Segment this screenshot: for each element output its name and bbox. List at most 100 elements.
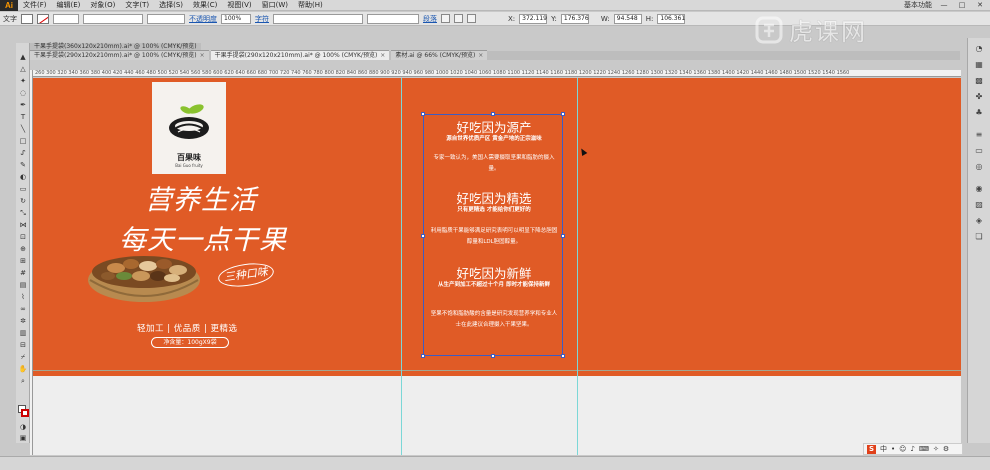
selection-handle[interactable] xyxy=(421,234,425,238)
color-panel-icon[interactable]: ◔ xyxy=(973,44,985,54)
stroke-swatch[interactable] xyxy=(37,13,49,24)
transparency-panel-icon[interactable]: ◎ xyxy=(973,162,985,172)
font-family-select[interactable] xyxy=(273,13,363,24)
align-left-icon[interactable] xyxy=(441,14,450,23)
perspective-grid-tool-icon[interactable]: ⊞ xyxy=(18,257,28,266)
horizontal-ruler[interactable]: 260 300 320 340 360 380 400 420 440 460 … xyxy=(33,70,961,77)
blob-brush-tool-icon[interactable]: ◐ xyxy=(18,173,28,182)
opacity-label[interactable]: 不透明度 xyxy=(189,14,217,24)
paragraph-link[interactable]: 段落 xyxy=(423,14,437,24)
blend-tool-icon[interactable]: ∞ xyxy=(18,305,28,314)
graphic-styles-icon[interactable]: ▨ xyxy=(973,200,985,210)
settings-icon[interactable]: ⚙ xyxy=(943,445,949,453)
artboard[interactable]: 百果味 Bai Guo fruity 营养生活 每天一点干果 三种口味 轻加工 … xyxy=(33,78,961,376)
guide-line[interactable] xyxy=(401,78,402,455)
swatches-panel-icon[interactable]: ▩ xyxy=(973,76,985,86)
gradient-panel-icon[interactable]: ▭ xyxy=(973,146,985,156)
menu-edit[interactable]: 编辑(E) xyxy=(52,0,86,11)
layers-panel-icon[interactable]: ◈ xyxy=(973,216,985,226)
skin-icon[interactable]: ✧ xyxy=(933,445,939,453)
selection-handle[interactable] xyxy=(421,354,425,358)
gradient-tool-icon[interactable]: ▤ xyxy=(18,281,28,290)
menu-select[interactable]: 选择(S) xyxy=(154,0,188,11)
punctuation-icon[interactable]: • xyxy=(891,445,895,453)
column-graph-tool-icon[interactable]: ▥ xyxy=(18,329,28,338)
align-center-icon[interactable] xyxy=(454,14,463,23)
screen-mode-icon[interactable]: ▣ xyxy=(18,434,28,443)
free-transform-tool-icon[interactable]: ⊡ xyxy=(18,233,28,242)
drawing-mode-icon[interactable]: ◑ xyxy=(18,423,28,432)
document-tab[interactable]: 素材.ai @ 66% (CMYK/预览) × xyxy=(391,50,488,60)
selection-tool-icon[interactable]: ▲ xyxy=(18,53,28,62)
minimize-button[interactable]: — xyxy=(938,1,950,10)
microphone-icon[interactable]: ♪ xyxy=(910,445,914,453)
symbol-sprayer-tool-icon[interactable]: ✲ xyxy=(18,317,28,326)
close-icon[interactable]: × xyxy=(478,52,483,59)
zoom-tool-icon[interactable]: ⌕ xyxy=(18,377,28,386)
y-position-input[interactable]: 176.376 xyxy=(560,13,589,24)
guide-line[interactable] xyxy=(33,370,961,371)
close-button[interactable]: ✕ xyxy=(974,1,986,10)
magic-wand-tool-icon[interactable]: ✦ xyxy=(18,77,28,86)
slice-tool-icon[interactable]: ⌿ xyxy=(18,353,28,362)
font-size-select[interactable] xyxy=(367,13,419,24)
stroke-weight-select[interactable] xyxy=(53,13,79,24)
color-guide-icon[interactable]: ▦ xyxy=(973,60,985,70)
direct-selection-tool-icon[interactable]: △ xyxy=(18,65,28,74)
brushes-panel-icon[interactable]: ✤ xyxy=(973,92,985,102)
menu-help[interactable]: 帮助(H) xyxy=(293,0,328,11)
menu-view[interactable]: 视图(V) xyxy=(222,0,256,11)
menu-effect[interactable]: 效果(C) xyxy=(188,0,222,11)
character-link[interactable]: 字符 xyxy=(255,14,269,24)
keyboard-icon[interactable]: ⌨ xyxy=(919,445,929,453)
height-input[interactable]: 106.361 xyxy=(657,13,686,24)
scale-tool-icon[interactable]: ⤡ xyxy=(18,209,28,218)
document-canvas[interactable]: 百果味 Bai Guo fruity 营养生活 每天一点干果 三种口味 轻加工 … xyxy=(33,78,961,455)
menu-window[interactable]: 窗口(W) xyxy=(257,0,293,11)
shape-builder-tool-icon[interactable]: ⊕ xyxy=(18,245,28,254)
rectangle-tool-icon[interactable]: □ xyxy=(18,137,28,146)
close-icon[interactable]: × xyxy=(380,52,385,59)
line-tool-icon[interactable]: ╲ xyxy=(18,125,28,134)
selection-handle[interactable] xyxy=(421,112,425,116)
emoji-icon[interactable]: ☺ xyxy=(899,445,906,453)
stroke-color-icon[interactable] xyxy=(21,409,29,417)
mesh-tool-icon[interactable]: # xyxy=(18,269,28,278)
selection-handle[interactable] xyxy=(491,354,495,358)
width-input[interactable]: 94.548 xyxy=(613,13,642,24)
hand-tool-icon[interactable]: ✋ xyxy=(18,365,28,374)
type-tool-icon[interactable]: T xyxy=(18,113,28,122)
appearance-panel-icon[interactable]: ◉ xyxy=(973,184,985,194)
lasso-tool-icon[interactable]: ◌ xyxy=(18,89,28,98)
selection-handle[interactable] xyxy=(561,354,565,358)
paintbrush-tool-icon[interactable]: ᔑ xyxy=(18,149,28,158)
guide-line[interactable] xyxy=(577,78,578,455)
rotate-tool-icon[interactable]: ↻ xyxy=(18,197,28,206)
document-tab-active[interactable]: 干果手提袋(290x120x210mm).ai* @ 100% (CMYK/预览… xyxy=(210,50,390,60)
input-mode-label[interactable]: 中 xyxy=(880,444,887,454)
eyedropper-tool-icon[interactable]: ⌇ xyxy=(18,293,28,302)
width-tool-icon[interactable]: ⋈ xyxy=(18,221,28,230)
selection-handle[interactable] xyxy=(561,234,565,238)
selection-handle[interactable] xyxy=(561,112,565,116)
fill-swatch[interactable] xyxy=(21,13,33,24)
workspace-switcher[interactable]: 基本功能 xyxy=(904,0,932,10)
symbols-panel-icon[interactable]: ♣ xyxy=(973,108,985,118)
artboard-tool-icon[interactable]: ⊟ xyxy=(18,341,28,350)
align-right-icon[interactable] xyxy=(467,14,476,23)
brush-select[interactable] xyxy=(83,13,143,24)
stroke-panel-icon[interactable]: ≡ xyxy=(973,130,985,140)
pen-tool-icon[interactable]: ✒ xyxy=(18,101,28,110)
opacity-input[interactable]: 100% xyxy=(221,13,251,24)
x-position-input[interactable]: 372.119 xyxy=(519,13,548,24)
selected-text-frame[interactable]: 好吃因为源产 源自世界优质产区 黄金产地的正宗滋味 专家一致认为，美国人需要摄取… xyxy=(421,112,565,358)
menu-object[interactable]: 对象(O) xyxy=(85,0,120,11)
artboards-panel-icon[interactable]: ❏ xyxy=(973,232,985,242)
selection-handle[interactable] xyxy=(491,112,495,116)
input-method-logo-icon[interactable]: S xyxy=(867,444,876,454)
maximize-button[interactable]: □ xyxy=(956,1,968,10)
menu-type[interactable]: 文字(T) xyxy=(120,0,154,11)
close-icon[interactable]: × xyxy=(200,52,205,59)
menu-file[interactable]: 文件(F) xyxy=(18,0,52,11)
document-tab[interactable]: 干果手提袋(290x120x210mm).ai* @ 100% (CMYK/预览… xyxy=(30,50,209,60)
